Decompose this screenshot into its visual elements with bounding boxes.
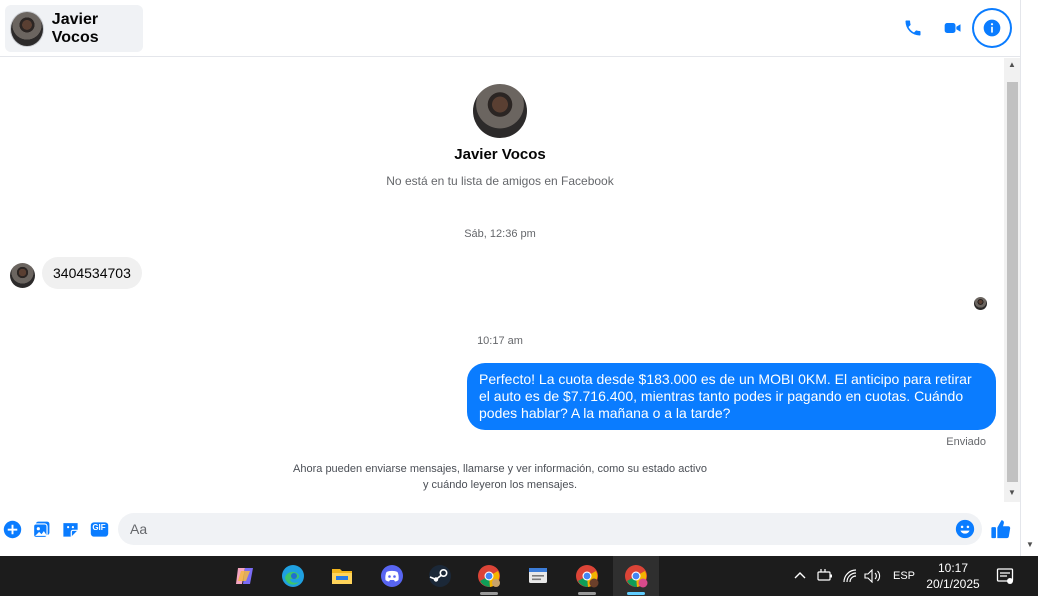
taskbar-file-explorer[interactable] — [319, 556, 365, 596]
gif-button[interactable]: GIF — [89, 519, 109, 539]
volume-control[interactable] — [864, 556, 882, 596]
clock-time: 10:17 — [937, 561, 969, 575]
intro-friend-status: No está en tu lista de amigos en Faceboo… — [386, 174, 614, 188]
message-timestamp: 10:17 am — [477, 335, 523, 347]
attach-image-button[interactable] — [31, 519, 51, 539]
battery-plug-icon — [817, 569, 832, 581]
running-indicator — [480, 592, 498, 595]
chrome-icon — [478, 565, 500, 588]
thread-scrollbar[interactable]: ▲ ▼ — [1004, 58, 1020, 502]
chrome-profile-icon — [625, 565, 648, 588]
edge-icon — [282, 565, 304, 587]
message-timestamp: Sáb, 12:36 pm — [464, 228, 536, 240]
wifi-icon — [843, 569, 857, 583]
send-like-button[interactable] — [990, 518, 1012, 540]
running-indicator — [627, 592, 645, 595]
taskbar-clock[interactable]: 10:17 20/1/2025 — [918, 560, 988, 592]
message-input[interactable] — [118, 513, 982, 545]
scroll-up-arrow-icon[interactable]: ▲ — [1004, 58, 1020, 72]
taskbar-steam[interactable] — [417, 556, 463, 596]
privacy-notice: Ahora pueden enviarse mensajes, llamarse… — [293, 463, 707, 491]
outgoing-message-bubble[interactable]: Perfecto! La cuota desde $183.000 es de … — [467, 363, 996, 430]
taskbar-discord[interactable] — [369, 556, 415, 596]
chevron-up-icon — [794, 572, 806, 579]
speaker-icon — [864, 569, 881, 583]
contact-avatar — [10, 10, 44, 47]
taskbar-edge[interactable] — [270, 556, 316, 596]
steam-icon — [429, 565, 451, 587]
image-icon — [32, 521, 49, 538]
window-scrollbar[interactable]: ▼ — [1020, 0, 1038, 556]
more-actions-button[interactable] — [2, 519, 22, 539]
emoji-icon — [955, 519, 975, 539]
gif-label: GIF — [92, 523, 106, 532]
sender-avatar[interactable] — [10, 263, 35, 288]
notifications-button[interactable] — [996, 556, 1014, 596]
taskbar-window-app[interactable] — [515, 556, 561, 596]
notification-icon — [996, 568, 1014, 584]
file-explorer-icon — [332, 569, 352, 584]
incoming-message-bubble[interactable]: 3404534703 — [42, 257, 142, 289]
contact-profile-button[interactable]: Javier Vocos — [5, 5, 143, 52]
info-icon — [983, 19, 1001, 37]
phone-icon — [905, 20, 921, 36]
intro-contact-name: Javier Vocos — [454, 146, 546, 163]
running-indicator — [578, 592, 596, 595]
network-status[interactable] — [843, 556, 857, 596]
taskbar-chrome-profile-c[interactable] — [564, 556, 610, 596]
video-call-button[interactable] — [935, 10, 971, 46]
copilot-icon — [236, 568, 253, 584]
emoji-picker-button[interactable] — [955, 519, 975, 539]
taskbar-copilot[interactable] — [222, 556, 268, 596]
video-camera-icon — [944, 23, 961, 33]
conversation-info-button[interactable] — [974, 10, 1010, 46]
clock-date: 20/1/2025 — [926, 577, 980, 591]
voice-call-button[interactable] — [895, 10, 931, 46]
like-icon — [991, 520, 1011, 539]
window-app-icon — [529, 568, 547, 583]
conversation-header: Javier Vocos — [0, 0, 1020, 57]
plus-icon — [3, 520, 21, 538]
battery-status[interactable] — [817, 556, 833, 596]
sticker-button[interactable] — [60, 519, 80, 539]
window-scroll-down-arrow-icon[interactable]: ▼ — [1022, 538, 1038, 552]
chrome-c-icon — [576, 565, 599, 588]
message-composer: GIF — [0, 502, 1020, 556]
scroll-thumb[interactable] — [1007, 82, 1018, 482]
show-hidden-icons-button[interactable] — [794, 556, 806, 596]
messenger-window: Javier Vocos Javier Vocos No está en tu … — [0, 0, 1038, 596]
seen-indicator-avatar — [974, 297, 987, 310]
sent-status: Enviado — [946, 436, 986, 448]
intro-avatar[interactable] — [473, 84, 527, 138]
taskbar-chrome-active[interactable] — [613, 556, 659, 596]
contact-name: Javier Vocos — [51, 10, 99, 46]
taskbar-chrome[interactable] — [466, 556, 512, 596]
discord-icon — [381, 565, 403, 587]
input-language[interactable]: ESP — [893, 556, 915, 596]
windows-taskbar: ESP 10:17 20/1/2025 — [0, 556, 1038, 596]
scroll-down-arrow-icon[interactable]: ▼ — [1004, 486, 1020, 500]
sticker-icon — [62, 522, 78, 537]
message-thread: Javier Vocos No está en tu lista de amig… — [0, 58, 1004, 502]
